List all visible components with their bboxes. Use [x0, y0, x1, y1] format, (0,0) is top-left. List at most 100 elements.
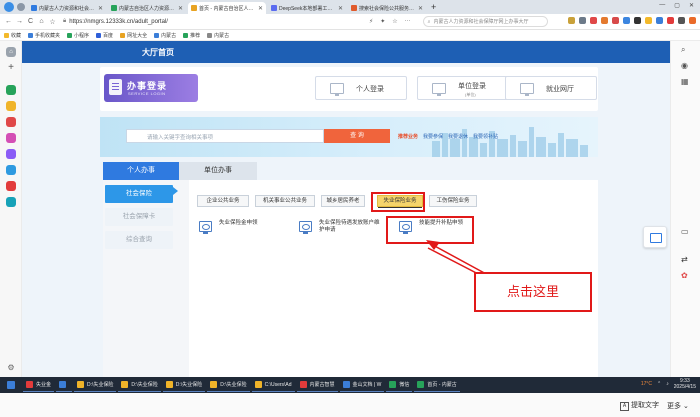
extension-icon[interactable]: [579, 17, 586, 24]
lightning-icon[interactable]: ⚡: [369, 18, 373, 25]
bookmark-star-icon[interactable]: ☆: [48, 18, 57, 26]
forward-arrow-icon[interactable]: →: [15, 18, 24, 25]
taskbar-item[interactable]: 内蒙古智慧: [296, 378, 338, 392]
tab-personal-affairs[interactable]: 个人办事: [103, 162, 179, 180]
recommend-link[interactable]: 我要退休: [448, 133, 468, 140]
more-icon[interactable]: ···: [405, 18, 411, 25]
panel-icon[interactable]: ▭: [681, 227, 689, 236]
extension-icon[interactable]: [623, 17, 630, 24]
add-icon[interactable]: +: [6, 63, 16, 73]
header-title[interactable]: 大厅首页: [142, 47, 174, 58]
tab-unit-affairs[interactable]: 单位办事: [179, 162, 257, 180]
category-work-injury-insurance[interactable]: 工伤保险业务: [429, 195, 477, 207]
bookmark-item[interactable]: 小程序: [67, 32, 89, 39]
service-benefit-account-maintenance[interactable]: 失业保险待遇发放账户维护申请: [299, 217, 381, 241]
employment-hall-button[interactable]: 就业网厅: [505, 76, 597, 100]
taskbar-item[interactable]: 金山文档 | W: [339, 378, 385, 392]
category-enterprise-public[interactable]: 企业公共业务: [197, 195, 249, 207]
taskbar-item[interactable]: 首页 - 内蒙古: [414, 378, 460, 392]
app-icon[interactable]: [6, 117, 16, 127]
taskbar-item[interactable]: 失业金: [23, 378, 55, 392]
left-nav-social-security-card[interactable]: 社会保障卡: [105, 208, 173, 226]
more-button[interactable]: 更多 ⌄: [667, 401, 689, 411]
app-icon[interactable]: [6, 133, 16, 143]
extension-icon[interactable]: [634, 17, 641, 24]
bookmark-item[interactable]: 手机收藏夹: [28, 32, 60, 39]
category-resident-pension[interactable]: 城乡居民养老: [321, 195, 365, 207]
service-unemployment-benefit-claim[interactable]: 失业保险金申领: [199, 217, 281, 241]
volume-icon[interactable]: ♪: [666, 381, 669, 387]
extension-icon[interactable]: [656, 17, 663, 24]
left-nav-comprehensive-query[interactable]: 综合查询: [105, 231, 173, 249]
extension-icon[interactable]: [689, 17, 696, 24]
app-icon[interactable]: [6, 149, 16, 159]
category-institution-public[interactable]: 机关事业公共业务: [255, 195, 315, 207]
search-button[interactable]: 查 询: [324, 129, 390, 143]
extension-icon[interactable]: [601, 17, 608, 24]
close-tab-icon[interactable]: ✕: [178, 5, 183, 12]
start-button[interactable]: [4, 378, 21, 392]
settings-icon[interactable]: ⚙: [6, 363, 16, 373]
browser-tab[interactable]: 内蒙古自治区人力资源和社会✕: [108, 2, 186, 14]
bookmark-item[interactable]: 推荐: [183, 32, 200, 39]
app-icon[interactable]: [6, 165, 16, 175]
browser-search-input[interactable]: ⌕ 内蒙古人力资源和社会保障厅网上办事大厅: [422, 16, 548, 27]
bookmark-item[interactable]: 内蒙古: [154, 32, 176, 39]
home-icon[interactable]: ⌂: [6, 47, 16, 57]
clock[interactable]: 9:33 2025/4/15: [674, 378, 696, 390]
favorite-icon[interactable]: ☆: [392, 18, 397, 25]
left-nav-social-insurance[interactable]: 社会保险: [105, 185, 173, 203]
floating-service-button[interactable]: [643, 226, 667, 248]
app-icon[interactable]: [6, 101, 16, 111]
close-window-button[interactable]: ✕: [689, 2, 694, 9]
browser-tab[interactable]: 内蒙古人力资源和社会保障厅✕: [28, 2, 106, 14]
search-icon[interactable]: ⌕: [681, 45, 685, 55]
url-field[interactable]: 🔒︎ https://nmgrs.12333k.cn/adult_portal/: [63, 16, 363, 27]
new-tab-button[interactable]: +: [431, 2, 436, 12]
reload-icon[interactable]: C: [26, 18, 35, 25]
extension-icon[interactable]: [590, 17, 597, 24]
unit-login-button[interactable]: 单位登录 (单位): [417, 76, 509, 100]
translate-icon[interactable]: ⇄: [681, 255, 688, 264]
close-tab-icon[interactable]: ✕: [258, 5, 263, 12]
home-icon[interactable]: ⌂: [37, 18, 46, 25]
translate-icon[interactable]: ✦: [380, 18, 385, 25]
close-tab-icon[interactable]: ✕: [418, 5, 423, 12]
extension-icon[interactable]: [568, 17, 575, 24]
back-arrow-icon[interactable]: ←: [4, 18, 13, 25]
app-icon[interactable]: [6, 197, 16, 207]
taskbar-item[interactable]: D:\失业保险: [118, 378, 161, 392]
profile-icon[interactable]: ◉: [681, 61, 688, 70]
recommend-link[interactable]: 我要领补贴: [473, 133, 498, 140]
account-icon[interactable]: [17, 3, 25, 11]
taskbar-item[interactable]: 微信: [386, 378, 413, 392]
tray-icon[interactable]: ⌃: [657, 381, 661, 387]
extract-text-button[interactable]: A 提取文字: [620, 400, 659, 411]
personal-login-button[interactable]: 个人登录: [315, 76, 407, 100]
taskbar-item[interactable]: [56, 378, 73, 392]
app-icon[interactable]: ✿: [681, 271, 688, 280]
minimize-button[interactable]: —: [659, 2, 665, 9]
bookmark-item[interactable]: 内蒙古: [207, 32, 229, 39]
taskbar-item[interactable]: C:\Users\Ad: [251, 378, 295, 392]
bookmark-item[interactable]: 百度: [96, 32, 113, 39]
app-icon[interactable]: [6, 181, 16, 191]
taskbar-item[interactable]: D:\失业保险: [74, 378, 117, 392]
service-search-input[interactable]: 请输入关键字查询相关事项: [126, 129, 324, 143]
extension-icon[interactable]: [645, 17, 652, 24]
app-icon[interactable]: [6, 85, 16, 95]
close-tab-icon[interactable]: ✕: [98, 5, 103, 12]
bookmark-item[interactable]: 网址大全: [120, 32, 147, 39]
close-tab-icon[interactable]: ✕: [338, 5, 343, 12]
taskbar-item[interactable]: D:\失业保险: [207, 378, 250, 392]
grid-icon[interactable]: ▦: [681, 77, 689, 86]
maximize-button[interactable]: ▢: [674, 2, 680, 9]
recommend-link[interactable]: 我要参保: [423, 133, 443, 140]
bookmark-item[interactable]: 收藏: [4, 32, 21, 39]
browser-tab[interactable]: 搜索社会保险公共服务平台 ✕: [348, 2, 426, 14]
extension-icon[interactable]: [612, 17, 619, 24]
extension-icon[interactable]: [678, 17, 685, 24]
browser-tab-active[interactable]: 首页 - 内蒙古自治区人力资源✕: [188, 2, 266, 14]
extension-icon[interactable]: [667, 17, 674, 24]
taskbar-item[interactable]: D:\失业保险: [162, 378, 206, 392]
